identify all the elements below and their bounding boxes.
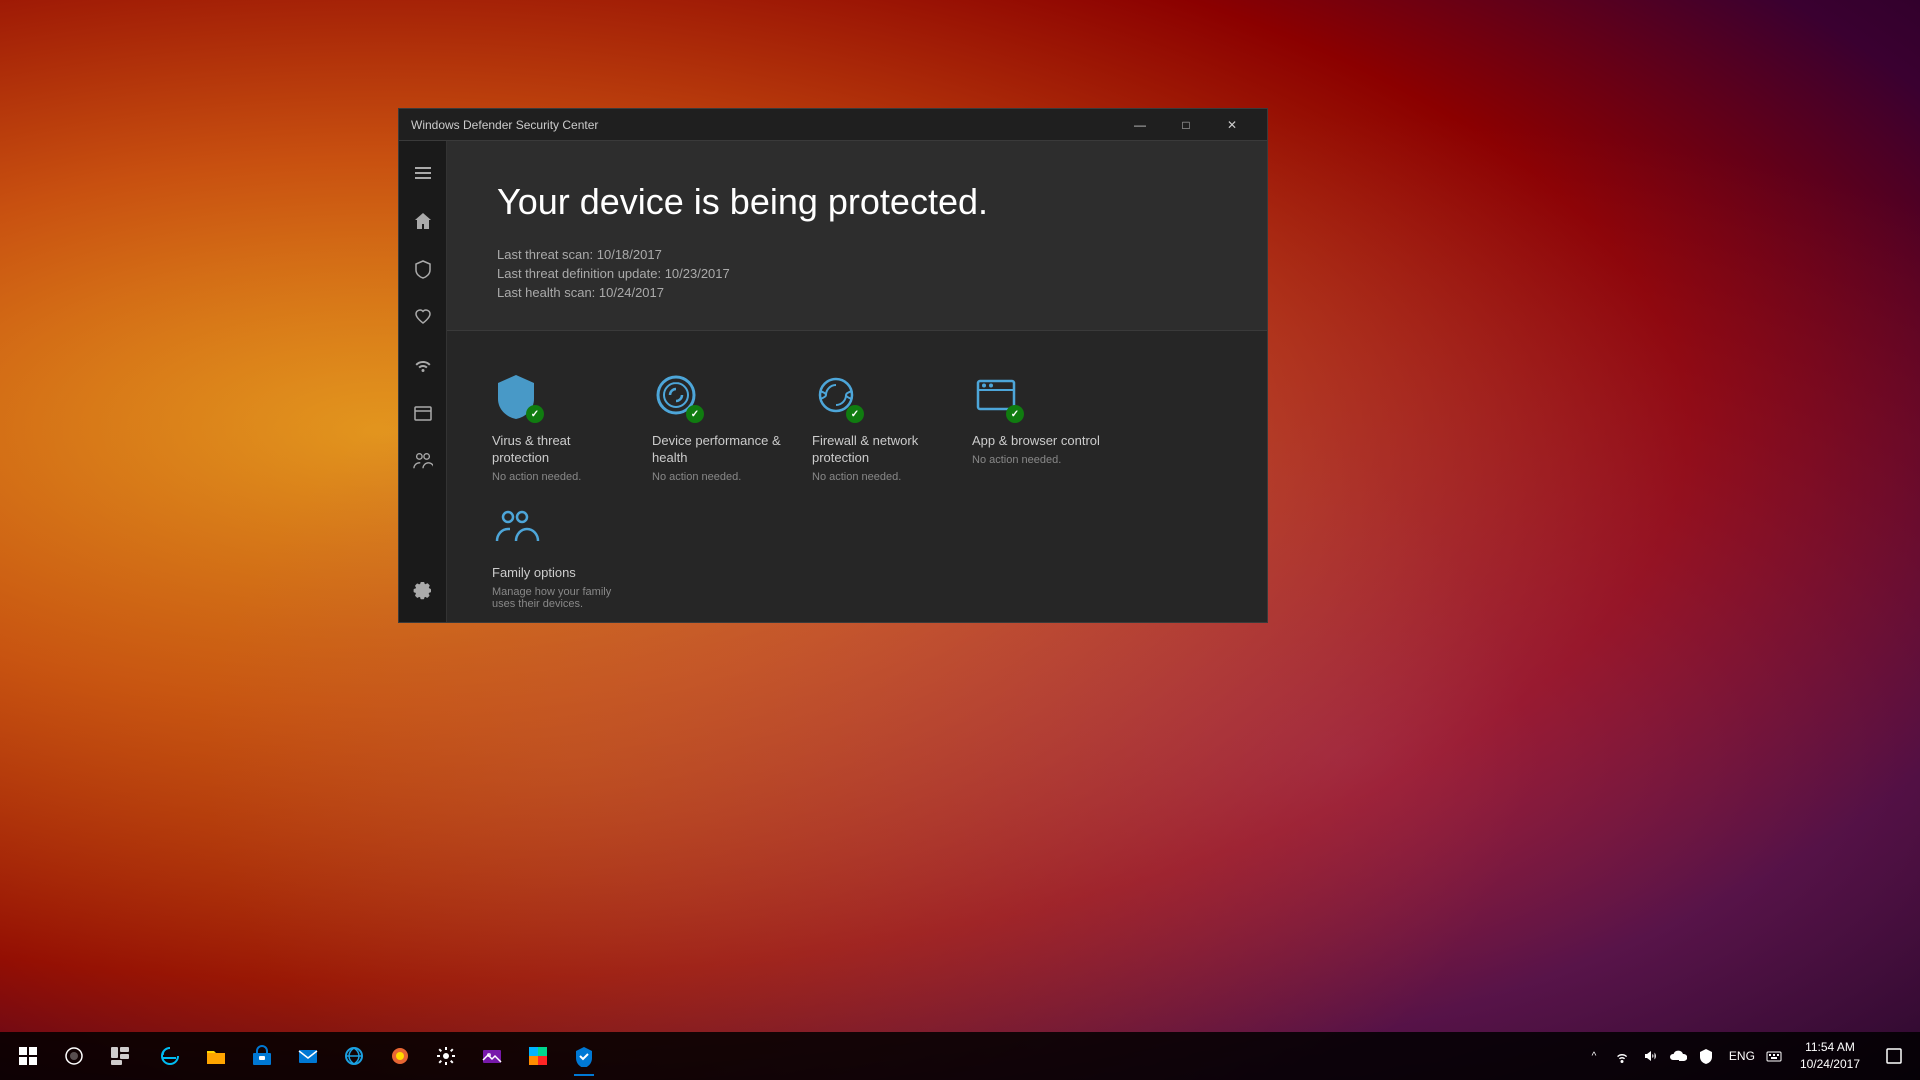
close-button[interactable]: ✕	[1209, 109, 1255, 141]
family-card-status: Manage how your family uses their device…	[492, 586, 622, 610]
clock-date: 10/24/2017	[1800, 1056, 1860, 1073]
firewall-card-icon	[812, 371, 864, 423]
card-browser[interactable]: App & browser control No action needed.	[957, 361, 1117, 493]
card-family[interactable]: Family options Manage how your family us…	[477, 493, 637, 620]
card-virus-threat[interactable]: Virus & threat protection No action need…	[477, 361, 637, 493]
system-clock[interactable]: 11:54 AM 10/24/2017	[1788, 1032, 1872, 1080]
last-health-label: Last health scan:	[497, 285, 595, 300]
last-health-scan-line: Last health scan: 10/24/2017	[497, 285, 1217, 300]
tray-chevron[interactable]: ^	[1580, 1032, 1608, 1080]
browser-card-status: No action needed.	[972, 454, 1102, 466]
header-section: Your device is being protected. Last thr…	[447, 141, 1267, 331]
scan-info: Last threat scan: 10/18/2017 Last threat…	[497, 247, 1217, 300]
taskbar-apps	[148, 1034, 606, 1078]
clock-time: 11:54 AM	[1805, 1039, 1855, 1056]
sidebar-item-browser[interactable]	[399, 389, 447, 437]
card-performance[interactable]: Device performance & health No action ne…	[637, 361, 797, 493]
task-view-button[interactable]	[96, 1032, 144, 1080]
sidebar-item-settings[interactable]	[399, 566, 447, 614]
sidebar-item-shield[interactable]	[399, 245, 447, 293]
firewall-card-title: Firewall & network protection	[812, 433, 942, 467]
start-button[interactable]	[4, 1032, 52, 1080]
performance-card-status: No action needed.	[652, 471, 782, 483]
taskbar-right: ^ ENG	[1576, 1032, 1916, 1080]
card-firewall[interactable]: Firewall & network protection No action …	[797, 361, 957, 493]
taskbar: ^ ENG	[0, 1032, 1920, 1080]
taskbar-ie[interactable]	[332, 1034, 376, 1078]
taskbar-app9[interactable]	[516, 1034, 560, 1078]
virus-card-title: Virus & threat protection	[492, 433, 622, 467]
sidebar-menu-button[interactable]	[399, 149, 447, 197]
firewall-check-badge	[846, 405, 864, 423]
sidebar	[399, 141, 447, 622]
window-title: Windows Defender Security Center	[411, 118, 1117, 132]
taskbar-store[interactable]	[240, 1034, 284, 1078]
last-threat-scan-label: Last threat scan:	[497, 247, 593, 262]
last-definition-label: Last threat definition update:	[497, 266, 661, 281]
tray-onedrive[interactable]	[1664, 1032, 1692, 1080]
sidebar-item-home[interactable]	[399, 197, 447, 245]
performance-card-icon	[652, 371, 704, 423]
tray-security[interactable]	[1692, 1032, 1720, 1080]
titlebar: Windows Defender Security Center — □ ✕	[399, 109, 1267, 141]
maximize-button[interactable]: □	[1163, 109, 1209, 141]
titlebar-controls: — □ ✕	[1117, 109, 1255, 141]
taskbar-photos[interactable]	[470, 1034, 514, 1078]
sidebar-item-family[interactable]	[399, 437, 447, 485]
last-definition-line: Last threat definition update: 10/23/201…	[497, 266, 1217, 281]
last-threat-scan-value: 10/18/2017	[597, 247, 662, 262]
virus-card-status: No action needed.	[492, 471, 622, 483]
last-definition-value: 10/23/2017	[665, 266, 730, 281]
cards-section: Virus & threat protection No action need…	[447, 331, 1267, 622]
taskbar-defender[interactable]	[562, 1034, 606, 1078]
browser-check-badge	[1006, 405, 1024, 423]
sidebar-item-network[interactable]	[399, 341, 447, 389]
browser-card-icon	[972, 371, 1024, 423]
main-content: Your device is being protected. Last thr…	[447, 141, 1267, 622]
taskbar-mail[interactable]	[286, 1034, 330, 1078]
tray-keyboard[interactable]	[1760, 1032, 1788, 1080]
taskbar-firefox[interactable]	[378, 1034, 422, 1078]
last-threat-scan-line: Last threat scan: 10/18/2017	[497, 247, 1217, 262]
firewall-card-status: No action needed.	[812, 471, 942, 483]
windows-defender-window: Windows Defender Security Center — □ ✕	[398, 108, 1268, 623]
tray-volume[interactable]	[1636, 1032, 1664, 1080]
virus-check-badge	[526, 405, 544, 423]
performance-check-badge	[686, 405, 704, 423]
tray-network[interactable]	[1608, 1032, 1636, 1080]
family-card-title: Family options	[492, 565, 622, 582]
family-card-icon	[492, 503, 544, 555]
virus-card-icon	[492, 371, 544, 423]
cortana-button[interactable]	[52, 1032, 96, 1080]
browser-card-title: App & browser control	[972, 433, 1102, 450]
minimize-button[interactable]: —	[1117, 109, 1163, 141]
status-message: Your device is being protected.	[497, 181, 1217, 223]
last-health-value: 10/24/2017	[599, 285, 664, 300]
notification-center[interactable]	[1872, 1032, 1916, 1080]
sidebar-item-health[interactable]	[399, 293, 447, 341]
tray-language[interactable]: ENG	[1724, 1032, 1760, 1080]
sidebar-bottom	[399, 566, 447, 614]
system-tray: ^	[1576, 1032, 1724, 1080]
taskbar-file-explorer[interactable]	[194, 1034, 238, 1078]
taskbar-settings[interactable]	[424, 1034, 468, 1078]
performance-card-title: Device performance & health	[652, 433, 782, 467]
taskbar-edge[interactable]	[148, 1034, 192, 1078]
window-body: Your device is being protected. Last thr…	[399, 141, 1267, 622]
